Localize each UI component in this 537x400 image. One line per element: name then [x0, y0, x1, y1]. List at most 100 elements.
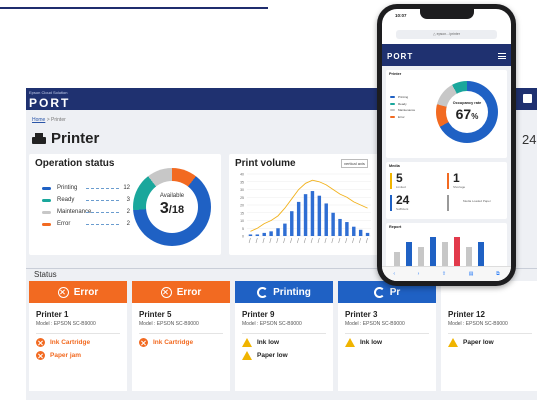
breadcrumb-home-link[interactable]: Home — [32, 117, 45, 123]
media-label: Shortage — [453, 185, 466, 189]
phone-content: Printer Printing Ready Maintenance Error Oc… — [382, 66, 511, 277]
legend-label: Ready — [57, 197, 75, 203]
edge-number: 24 — [522, 132, 537, 147]
x-tick-label — [345, 237, 348, 244]
x-tick-label — [338, 237, 341, 244]
x-tick-label — [290, 237, 293, 244]
phone-legend-swatch — [390, 115, 395, 118]
occupancy-donut: Occupancy rate 67% — [436, 81, 498, 143]
media-label: Media Loaded Paper — [463, 199, 491, 203]
x-tick-label — [255, 237, 258, 244]
forward-icon[interactable]: › — [418, 271, 420, 277]
y-tick-label: 40 — [240, 173, 244, 177]
smartphone-mockup: 10:07 △ epson.../printer PORT Printer Pr… — [377, 4, 516, 286]
bookmarks-icon[interactable]: ▤ — [469, 271, 474, 277]
operation-status-card: Operation status Printing 12 Ready 3 Mai… — [29, 154, 221, 255]
volume-bar — [317, 195, 322, 236]
error-icon — [160, 286, 172, 298]
availability-donut: Available 3/18 — [133, 168, 211, 246]
phone-legend-row: Error — [390, 114, 415, 121]
brand-logo[interactable]: PORT — [29, 96, 70, 110]
share-icon[interactable]: ⇧ — [442, 271, 446, 277]
printer-issue: Paper jam — [36, 351, 127, 360]
status-section-label: Status — [34, 270, 57, 279]
legend-row: Maintenance 2 — [42, 206, 130, 218]
volume-bar — [276, 228, 280, 236]
x-tick-label — [276, 237, 279, 244]
printer-name: Printer 1 — [36, 310, 69, 319]
issue-text: Paper jam — [50, 352, 82, 359]
y-tick-label: 15 — [240, 211, 244, 215]
issue-text: Ink Cartridge — [50, 339, 91, 346]
error-icon — [36, 338, 45, 347]
printer-state-banner: Error — [132, 281, 230, 303]
printer-model: Model : EPSON SC-B9000 — [345, 321, 429, 334]
report-bar — [454, 237, 460, 267]
phone-browser-toolbar: ‹ › ⇧ ▤ ⧉ — [382, 266, 511, 281]
report-bar — [466, 247, 472, 267]
page-title-text: Printer — [51, 130, 100, 147]
volume-bar — [338, 218, 342, 236]
report-bar — [442, 242, 448, 267]
printer-card[interactable]: Printer 12 Model : EPSON SC-B9000 Paper … — [441, 281, 537, 391]
volume-trend-line — [250, 179, 368, 232]
phone-legend-label: Error — [398, 114, 405, 119]
top-accent-line — [0, 7, 268, 9]
printer-issue: Ink low — [242, 338, 333, 347]
x-tick-label — [262, 237, 265, 244]
print-volume-card: Print volume vertical axis 40 35 30 25 20 15 1… — [229, 154, 379, 255]
account-icon[interactable] — [523, 94, 532, 103]
legend-label: Printing — [57, 185, 78, 191]
phone-url-bar[interactable]: △ epson.../printer — [396, 30, 497, 39]
legend-label: Error — [57, 221, 71, 227]
report-bar — [418, 247, 424, 267]
issue-text: Paper low — [257, 352, 288, 359]
printer-card[interactable]: Error Printer 1 Model : EPSON SC-B9000 In… — [29, 281, 127, 391]
volume-bar — [255, 234, 260, 236]
issue-text: Ink low — [257, 339, 280, 346]
printer-state-label: Printing — [273, 286, 311, 298]
volume-bar — [331, 212, 335, 236]
printer-card[interactable]: Pr Printer 3 Model : EPSON SC-B9000 Ink l… — [338, 281, 436, 391]
legend-row: Ready 3 — [42, 194, 130, 206]
x-tick-label — [269, 237, 272, 244]
legend-leader — [86, 187, 119, 189]
phone-legend-swatch — [390, 109, 395, 112]
printer-name: Printer 5 — [139, 310, 172, 319]
volume-bar — [365, 232, 370, 236]
printer-card[interactable]: Error Printer 5 Model : EPSON SC-B9000 In… — [132, 281, 230, 391]
legend-row: Printing 12 — [42, 182, 130, 194]
occupancy-label: Occupancy rate — [452, 101, 482, 105]
legend-row: Error 2 — [42, 218, 130, 230]
y-tick-label: 35 — [240, 180, 244, 184]
printer-model: Model : EPSON SC-B9000 — [139, 321, 223, 334]
printer-icon — [32, 132, 46, 145]
occupancy-center: Occupancy rate 67% — [446, 91, 488, 133]
x-tick-label — [248, 237, 251, 244]
media-label: Sufficient — [396, 207, 409, 211]
media-stat: 24 Sufficient — [390, 193, 444, 212]
back-icon[interactable]: ‹ — [393, 271, 395, 277]
warning-icon — [242, 351, 252, 360]
volume-bar — [290, 211, 294, 236]
x-tick-label — [283, 237, 286, 244]
volume-bar — [262, 232, 266, 236]
warning-icon — [448, 338, 458, 347]
media-stat: 5 Limited — [390, 171, 444, 190]
legend-leader — [86, 223, 119, 225]
phone-legend-label: Maintenance — [398, 108, 416, 112]
legend-swatch — [42, 198, 51, 202]
printer-issue: Paper low — [448, 338, 537, 347]
printer-card[interactable]: Printing Printer 9 Model : EPSON SC-B9000… — [235, 281, 333, 391]
legend-count: 2 — [126, 221, 130, 227]
phone-brand-logo[interactable]: PORT — [387, 52, 413, 61]
issue-text: Ink low — [360, 339, 383, 346]
printer-state-label: Error — [176, 286, 202, 298]
print-volume-chart: 40 35 30 25 20 15 10 5 0 — [240, 173, 371, 244]
report-bar — [478, 242, 484, 267]
hamburger-menu-icon[interactable] — [498, 53, 506, 59]
x-tick-label — [365, 237, 368, 244]
warning-icon — [345, 338, 355, 347]
tabs-icon[interactable]: ⧉ — [496, 271, 500, 277]
media-stat: Media Loaded Paper — [447, 195, 501, 212]
